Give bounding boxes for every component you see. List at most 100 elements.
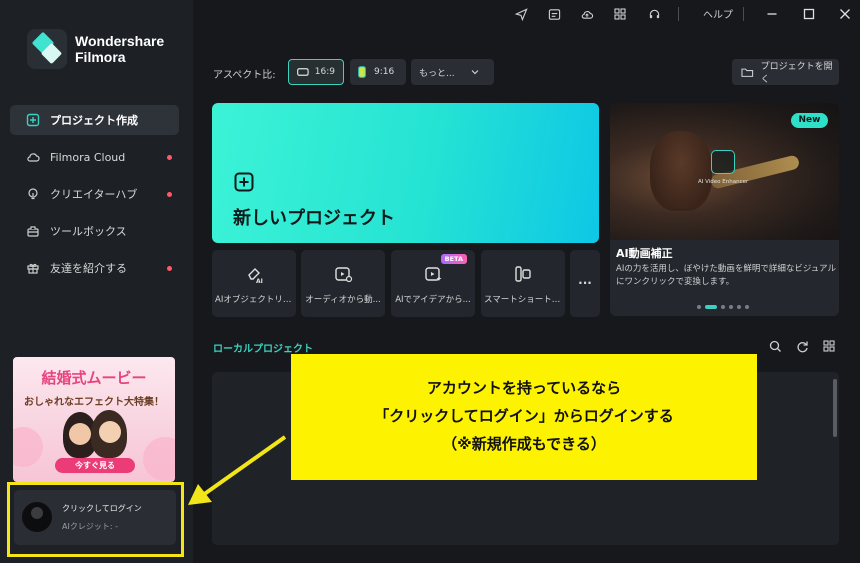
more-ratios-label: もっと... bbox=[419, 68, 455, 79]
ai-video-enhancer-card[interactable]: AI Video Enhancer New AI動画補正 AIの力を活用し、ぼや… bbox=[610, 103, 839, 316]
local-projects-heading: ローカルプロジェクト bbox=[213, 344, 313, 355]
sidebar-item-filmora-cloud[interactable]: Filmora Cloud bbox=[10, 142, 179, 172]
notification-dot bbox=[167, 192, 172, 197]
sidebar-item-label: プロジェクト作成 bbox=[50, 114, 138, 127]
promo-title: 結婚式ムービー bbox=[41, 369, 147, 387]
tool-ai-idea-to-video[interactable]: BETA AIでアイデアから... bbox=[391, 250, 475, 317]
annotation-line-3: （※新規作成もできる） bbox=[442, 435, 606, 453]
filmora-logo-icon bbox=[27, 29, 67, 69]
tool-label: オーディオから動... bbox=[305, 295, 381, 305]
plus-square-icon bbox=[234, 172, 254, 196]
landscape-icon bbox=[297, 68, 309, 76]
open-project-button[interactable]: プロジェクトを開く bbox=[732, 59, 839, 85]
promo-subtitle: おしゃれなエフェクト大特集！ bbox=[24, 397, 164, 408]
title-separator bbox=[678, 7, 679, 21]
app-logo: Wondershare Filmora bbox=[27, 29, 164, 69]
promo-face bbox=[99, 421, 121, 443]
sidebar-item-label: ツールボックス bbox=[50, 225, 127, 238]
aspect-9-16-button[interactable]: 9:16 bbox=[350, 59, 406, 85]
pager-dot[interactable] bbox=[721, 305, 725, 309]
more-ratios-dropdown[interactable]: もっと... bbox=[411, 59, 494, 85]
audio-to-video-icon bbox=[301, 264, 385, 284]
aspect-16-9-button[interactable]: 16:9 bbox=[288, 59, 344, 85]
ai-enhancer-icon bbox=[711, 150, 735, 174]
scrollbar-thumb[interactable] bbox=[833, 379, 837, 437]
ai-eraser-icon: AI bbox=[212, 264, 296, 284]
promo-cta-button[interactable]: 今すぐ見る bbox=[55, 458, 135, 473]
aspect-ratio-label: アスペクト比: bbox=[213, 70, 276, 81]
more-tools-button[interactable]: ··· bbox=[570, 250, 600, 317]
new-project-label: 新しいプロジェクト bbox=[233, 208, 395, 229]
annotation-highlight-box bbox=[7, 482, 184, 557]
filmora-start-screen: Wondershare Filmora プロジェクト作成 Filmora Clo… bbox=[0, 0, 860, 563]
portrait-icon bbox=[358, 66, 366, 78]
cloud-upload-icon[interactable] bbox=[579, 6, 595, 22]
feature-image-person bbox=[650, 131, 712, 211]
sidebar-item-creator-hub[interactable]: クリエイターハブ bbox=[10, 179, 179, 209]
cloud-icon bbox=[26, 150, 40, 164]
close-icon[interactable] bbox=[837, 6, 853, 22]
open-project-label: プロジェクトを開く bbox=[760, 62, 833, 85]
brand-line-1: Wondershare bbox=[75, 33, 165, 49]
smart-short-clip-icon bbox=[481, 264, 565, 284]
feature-description: AIの力を活用し、ぼやけた動画を鮮明で詳細なビジュアルにワンクリックで変換します… bbox=[616, 264, 836, 287]
aspect-9-16-label: 9:16 bbox=[374, 67, 395, 77]
sidebar-item-toolbox[interactable]: ツールボックス bbox=[10, 216, 179, 246]
headset-support-icon[interactable] bbox=[646, 6, 662, 22]
decor-petal bbox=[143, 437, 175, 481]
notification-dot bbox=[167, 266, 172, 271]
feature-image-label: AI Video Enhancer bbox=[698, 179, 749, 185]
annotation-callout: アカウントを持っているなら 「クリックしてログイン」からログインする （※新規作… bbox=[291, 354, 757, 480]
send-icon[interactable] bbox=[513, 6, 529, 22]
decor-petal bbox=[13, 427, 43, 467]
tool-ai-object-remover[interactable]: AI AIオブジェクトリム... bbox=[212, 250, 296, 317]
brand-name: Wondershare Filmora bbox=[75, 33, 164, 65]
sidebar-item-label: Filmora Cloud bbox=[50, 150, 126, 164]
chevron-down-icon bbox=[471, 70, 479, 75]
notification-dot bbox=[167, 155, 172, 160]
annotation-line-2: 「クリックしてログイン」からログインする bbox=[374, 407, 674, 425]
pager-dot-active[interactable] bbox=[705, 305, 717, 309]
sidebar: Wondershare Filmora プロジェクト作成 Filmora Clo… bbox=[0, 0, 193, 563]
media-library-icon[interactable] bbox=[546, 6, 562, 22]
toolbox-icon bbox=[26, 224, 40, 238]
feature-title: AI動画補正 bbox=[616, 247, 673, 260]
sidebar-item-refer-friends[interactable]: 友達を紹介する bbox=[10, 253, 179, 283]
folder-icon bbox=[741, 68, 754, 77]
minimize-icon[interactable] bbox=[764, 6, 780, 22]
tool-smart-short-clip[interactable]: スマートショートク... bbox=[481, 250, 565, 317]
refresh-icon[interactable] bbox=[795, 339, 809, 353]
pager-dot[interactable] bbox=[697, 305, 701, 309]
sidebar-item-create-project[interactable]: プロジェクト作成 bbox=[10, 105, 179, 135]
beta-badge: BETA bbox=[440, 254, 467, 264]
plus-square-icon bbox=[26, 113, 40, 127]
svg-text:AI: AI bbox=[256, 278, 263, 284]
pager-dot[interactable] bbox=[737, 305, 741, 309]
maximize-icon[interactable] bbox=[801, 6, 817, 22]
tool-label: AIオブジェクトリム... bbox=[215, 295, 293, 305]
promo-face bbox=[69, 423, 91, 445]
sidebar-item-label: クリエイターハブ bbox=[50, 188, 138, 201]
apps-grid-icon[interactable] bbox=[612, 6, 628, 22]
wedding-promo-banner[interactable]: 結婚式ムービー おしゃれなエフェクト大特集！ 今すぐ見る bbox=[13, 357, 175, 482]
tool-label: AIでアイデアから... bbox=[395, 295, 471, 305]
title-separator bbox=[743, 7, 744, 21]
new-project-card[interactable]: 新しいプロジェクト bbox=[212, 103, 599, 243]
new-badge: New bbox=[791, 113, 828, 128]
sidebar-nav: プロジェクト作成 Filmora Cloud クリエイターハブ ツールボックス … bbox=[10, 105, 179, 290]
help-menu[interactable]: ヘルプ bbox=[703, 6, 733, 21]
grid-view-icon[interactable] bbox=[822, 339, 836, 353]
more-dots-icon: ··· bbox=[578, 276, 592, 290]
tool-audio-to-video[interactable]: オーディオから動... bbox=[301, 250, 385, 317]
carousel-pager bbox=[697, 305, 749, 309]
brand-line-2: Filmora bbox=[75, 49, 126, 65]
sidebar-item-label: 友達を紹介する bbox=[50, 262, 127, 275]
pager-dot[interactable] bbox=[745, 305, 749, 309]
search-icon[interactable] bbox=[768, 339, 782, 353]
lightbulb-icon bbox=[26, 187, 40, 201]
ai-idea-video-icon bbox=[391, 264, 475, 284]
pager-dot[interactable] bbox=[729, 305, 733, 309]
title-bar: ヘルプ bbox=[193, 0, 860, 28]
gift-icon bbox=[26, 261, 40, 275]
tool-label: スマートショートク... bbox=[484, 295, 562, 305]
